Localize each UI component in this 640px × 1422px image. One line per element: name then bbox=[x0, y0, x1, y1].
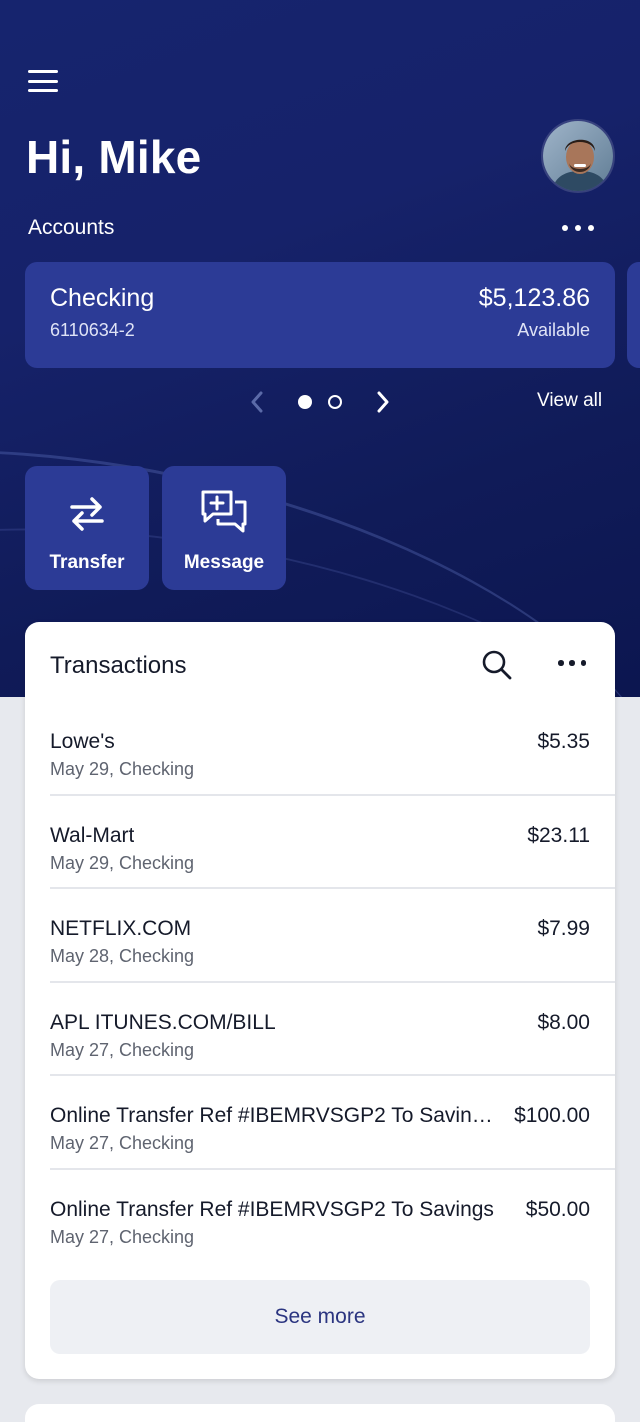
see-more-button[interactable]: See more bbox=[50, 1280, 590, 1354]
accounts-label: Accounts bbox=[28, 216, 115, 239]
transaction-row[interactable]: Online Transfer Ref #IBEMRVSGP2 To Savin… bbox=[50, 1170, 615, 1264]
account-balance-label: Available bbox=[517, 320, 590, 340]
pager-dot-active bbox=[298, 395, 312, 409]
transaction-row[interactable]: Lowe's May 29, Checking $5.35 bbox=[50, 702, 615, 796]
transfer-arrows-icon bbox=[25, 488, 149, 538]
chevron-right-icon[interactable] bbox=[372, 388, 394, 416]
message-button[interactable]: Message bbox=[162, 466, 286, 590]
transaction-merchant: NETFLIX.COM bbox=[50, 917, 192, 941]
transaction-meta: May 27, Checking bbox=[50, 1039, 195, 1060]
pager-dot-inactive bbox=[328, 395, 342, 409]
transaction-merchant: APL ITUNES.COM/BILL bbox=[50, 1010, 276, 1034]
transaction-merchant: Online Transfer Ref #IBEMRVSGP2 To Savin… bbox=[50, 1197, 494, 1221]
transaction-row[interactable]: NETFLIX.COM May 28, Checking $7.99 bbox=[50, 889, 615, 983]
transactions-more-icon[interactable] bbox=[558, 652, 586, 674]
account-name: Checking bbox=[50, 284, 155, 312]
transaction-amount: $50.00 bbox=[525, 1197, 590, 1221]
transfer-label: Transfer bbox=[49, 552, 125, 573]
chevron-left-icon[interactable] bbox=[246, 388, 268, 416]
transaction-row[interactable]: APL ITUNES.COM/BILL May 27, Checking $8.… bbox=[50, 983, 615, 1077]
hero-header: Hi, Mike Accounts Checking 6110634-2 $5,… bbox=[0, 0, 640, 697]
account-balance: $5,123.86 bbox=[478, 284, 590, 312]
view-all-link[interactable]: View all bbox=[537, 390, 602, 412]
next-account-card-peek[interactable] bbox=[627, 262, 640, 368]
avatar[interactable] bbox=[541, 119, 615, 193]
account-card-checking[interactable]: Checking 6110634-2 $5,123.86 Available bbox=[25, 262, 615, 368]
transactions-card: Transactions Lowe's May 29, Checking $5.… bbox=[25, 622, 615, 1379]
transaction-meta: May 27, Checking bbox=[50, 1226, 195, 1247]
search-icon[interactable] bbox=[480, 648, 514, 682]
message-label: Message bbox=[183, 552, 265, 573]
transaction-amount: $7.99 bbox=[537, 917, 590, 941]
transactions-title: Transactions bbox=[50, 652, 187, 679]
transaction-amount: $5.35 bbox=[537, 730, 590, 753]
transaction-amount: $23.11 bbox=[527, 823, 590, 847]
transaction-meta: May 29, Checking bbox=[50, 852, 195, 873]
transaction-meta: May 29, Checking bbox=[50, 759, 195, 779]
accounts-more-icon[interactable] bbox=[562, 216, 594, 240]
transaction-meta: May 28, Checking bbox=[50, 946, 195, 967]
message-add-icon bbox=[162, 488, 286, 538]
greeting-title: Hi, Mike bbox=[26, 131, 202, 183]
account-number: 6110634-2 bbox=[50, 320, 135, 340]
transaction-merchant: Wal-Mart bbox=[50, 823, 135, 847]
transfer-button[interactable]: Transfer bbox=[25, 466, 149, 590]
transaction-meta: May 27, Checking bbox=[50, 1133, 195, 1154]
transaction-amount: $8.00 bbox=[537, 1010, 590, 1034]
transaction-row[interactable]: Wal-Mart May 29, Checking $23.11 bbox=[50, 796, 615, 890]
transactions-list: Lowe's May 29, Checking $5.35 Wal-Mart M… bbox=[50, 702, 615, 1264]
transaction-row[interactable]: Online Transfer Ref #IBEMRVSGP2 To Savin… bbox=[50, 1076, 615, 1170]
transaction-merchant: Lowe's bbox=[50, 730, 115, 753]
next-section-card bbox=[25, 1404, 615, 1422]
transaction-amount: $100.00 bbox=[514, 1104, 590, 1128]
hamburger-menu-icon[interactable] bbox=[26, 66, 60, 96]
transaction-merchant: Online Transfer Ref #IBEMRVSGP2 To Savin… bbox=[50, 1104, 493, 1128]
